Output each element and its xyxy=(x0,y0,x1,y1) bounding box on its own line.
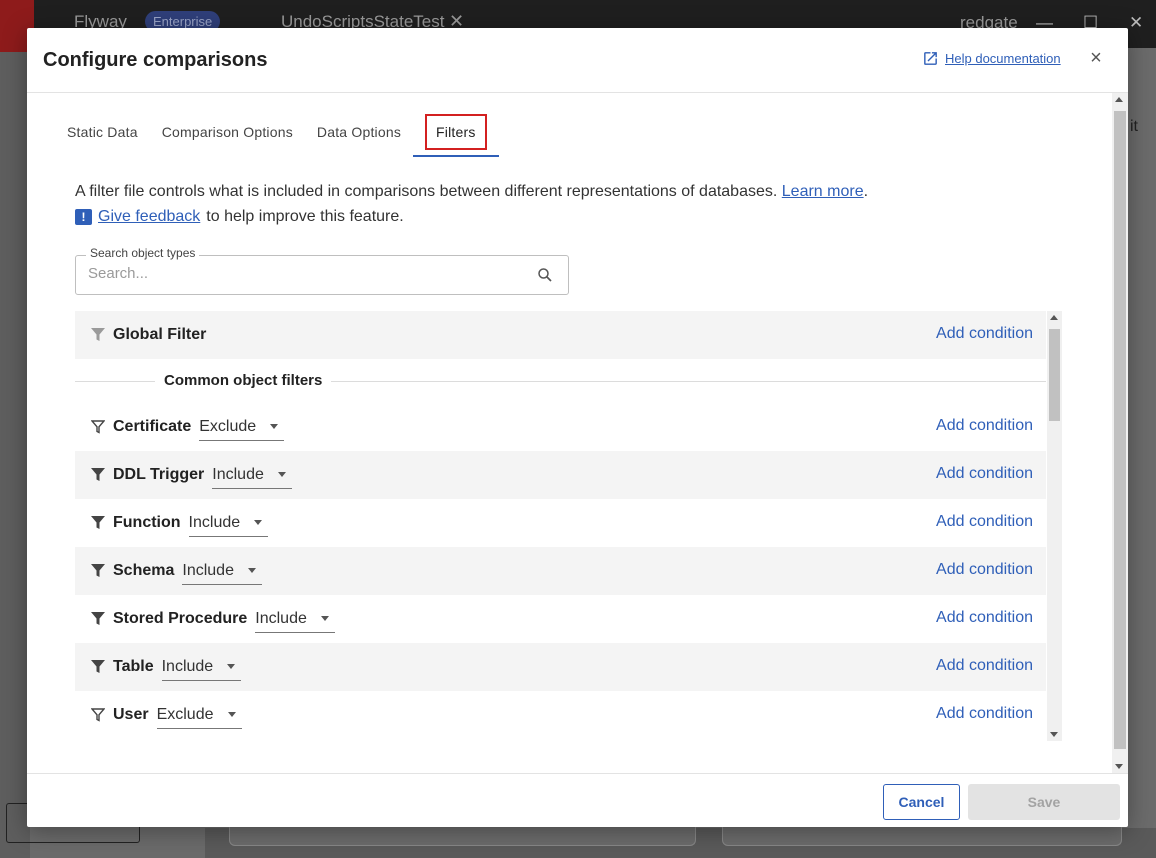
filter-mode-select[interactable]: Include xyxy=(182,557,262,585)
filter-row-user: User Exclude Add condition xyxy=(75,691,1046,739)
search-object-types-field[interactable]: Search object types xyxy=(75,246,569,295)
dialog-close-icon[interactable]: × xyxy=(1088,47,1104,70)
app-sidebar xyxy=(0,52,30,858)
chevron-down-icon xyxy=(247,568,256,573)
filter-outline-icon xyxy=(91,420,105,434)
dialog-body: Static Data Comparison Options Data Opti… xyxy=(27,93,1112,773)
filter-mode-select[interactable]: Include xyxy=(161,653,242,681)
chevron-down-icon xyxy=(270,424,279,429)
description-period: . xyxy=(863,183,869,200)
chevron-down-icon xyxy=(277,472,286,477)
filter-icon xyxy=(91,468,105,481)
filter-row-schema: Schema Include Add condition xyxy=(75,547,1046,595)
dialog-scrollbar[interactable] xyxy=(1112,93,1128,773)
external-link-icon xyxy=(924,52,937,65)
dialog-title: Configure comparisons xyxy=(43,49,268,71)
background-partial-text: it xyxy=(1130,118,1138,135)
add-condition-button[interactable]: Add condition xyxy=(936,465,1033,483)
filter-row-function: Function Include Add condition xyxy=(75,499,1046,547)
scrollbar-thumb[interactable] xyxy=(1114,111,1126,749)
filter-mode-value: Exclude xyxy=(199,417,257,435)
tab-bar: Static Data Comparison Options Data Opti… xyxy=(55,93,499,157)
filter-name: Stored Procedure xyxy=(113,610,248,627)
save-button[interactable]: Save xyxy=(968,784,1120,820)
global-filter-row: Global Filter Add condition xyxy=(75,311,1046,359)
filter-mode-select[interactable]: Include xyxy=(188,509,269,537)
chevron-down-icon xyxy=(320,616,329,621)
cancel-button[interactable]: Cancel xyxy=(883,784,960,820)
scrollbar-thumb[interactable] xyxy=(1049,329,1060,421)
filter-name: Schema xyxy=(113,562,175,579)
filter-name: User xyxy=(113,706,149,723)
filter-name: Function xyxy=(113,514,181,531)
filter-icon xyxy=(91,660,105,673)
help-documentation-link[interactable]: Help documentation xyxy=(922,50,1061,67)
filter-mode-value: Exclude xyxy=(156,705,214,723)
global-filter-label: Global Filter xyxy=(113,326,207,343)
filter-icon xyxy=(91,328,105,341)
background-card xyxy=(229,826,696,846)
search-input[interactable] xyxy=(88,265,528,282)
dialog-footer: Cancel Save xyxy=(27,773,1128,827)
scroll-up-icon[interactable] xyxy=(1050,315,1058,320)
chevron-down-icon xyxy=(254,520,263,525)
filter-name: DDL Trigger xyxy=(113,466,205,483)
filter-list-scrollbar[interactable] xyxy=(1047,311,1062,741)
search-label: Search object types xyxy=(86,246,200,260)
filter-icon xyxy=(91,564,105,577)
global-add-condition-button[interactable]: Add condition xyxy=(936,325,1033,343)
filter-row-certificate: Certificate Exclude Add condition xyxy=(75,403,1046,451)
feedback-text: to help improve this feature. xyxy=(206,208,404,225)
scroll-up-icon[interactable] xyxy=(1115,97,1123,102)
dialog-header: Configure comparisons Help documentation… xyxy=(27,28,1128,93)
filter-list: Global Filter Add condition Common objec… xyxy=(75,311,1046,741)
help-documentation-label: Help documentation xyxy=(945,51,1061,66)
common-filters-heading: Common object filters xyxy=(155,372,332,389)
filter-mode-value: Include xyxy=(212,465,264,483)
configure-comparisons-dialog: Configure comparisons Help documentation… xyxy=(27,28,1128,827)
tab-filters[interactable]: Filters xyxy=(413,93,499,157)
background-card xyxy=(722,826,1122,846)
filter-mode-select[interactable]: Include xyxy=(255,605,335,633)
filter-mode-value: Include xyxy=(255,609,307,627)
add-condition-button[interactable]: Add condition xyxy=(936,657,1033,675)
add-condition-button[interactable]: Add condition xyxy=(936,417,1033,435)
filter-mode-select[interactable]: Exclude xyxy=(156,701,242,729)
tab-filters-label: Filters xyxy=(425,114,487,150)
filter-icon xyxy=(91,612,105,625)
filter-mode-value: Include xyxy=(161,657,214,675)
feedback-line: ! Give feedback to help improve this fea… xyxy=(75,208,404,226)
search-icon[interactable] xyxy=(536,266,554,284)
chevron-down-icon xyxy=(227,712,236,717)
add-condition-button[interactable]: Add condition xyxy=(936,705,1033,723)
filter-mode-select[interactable]: Exclude xyxy=(199,413,285,441)
filter-name: Table xyxy=(113,658,154,675)
scroll-down-icon[interactable] xyxy=(1115,764,1123,769)
filter-name: Certificate xyxy=(113,418,192,435)
filter-row-stored-procedure: Stored Procedure Include Add condition xyxy=(75,595,1046,643)
tab-data-options[interactable]: Data Options xyxy=(305,93,413,157)
add-condition-button[interactable]: Add condition xyxy=(936,561,1033,579)
window-close-icon[interactable]: ✕ xyxy=(1129,13,1143,33)
chevron-down-icon xyxy=(227,664,236,669)
feedback-icon: ! xyxy=(75,209,92,225)
filter-row-ddl-trigger: DDL Trigger Include Add condition xyxy=(75,451,1046,499)
filter-mode-value: Include xyxy=(182,561,234,579)
filter-outline-icon xyxy=(91,708,105,722)
add-condition-button[interactable]: Add condition xyxy=(936,513,1033,531)
give-feedback-link[interactable]: Give feedback xyxy=(98,208,200,226)
filter-description: A filter file controls what is included … xyxy=(75,183,868,201)
learn-more-link[interactable]: Learn more xyxy=(782,183,864,200)
filter-mode-value: Include xyxy=(188,513,241,531)
tab-static-data[interactable]: Static Data xyxy=(55,93,150,157)
filter-icon xyxy=(91,516,105,529)
filter-row-table: Table Include Add condition xyxy=(75,643,1046,691)
filter-description-text: A filter file controls what is included … xyxy=(75,183,778,200)
common-filters-divider: Common object filters xyxy=(75,359,1046,403)
scroll-down-icon[interactable] xyxy=(1050,732,1058,737)
add-condition-button[interactable]: Add condition xyxy=(936,609,1033,627)
filter-mode-select[interactable]: Include xyxy=(212,461,292,489)
tab-comparison-options[interactable]: Comparison Options xyxy=(150,93,305,157)
